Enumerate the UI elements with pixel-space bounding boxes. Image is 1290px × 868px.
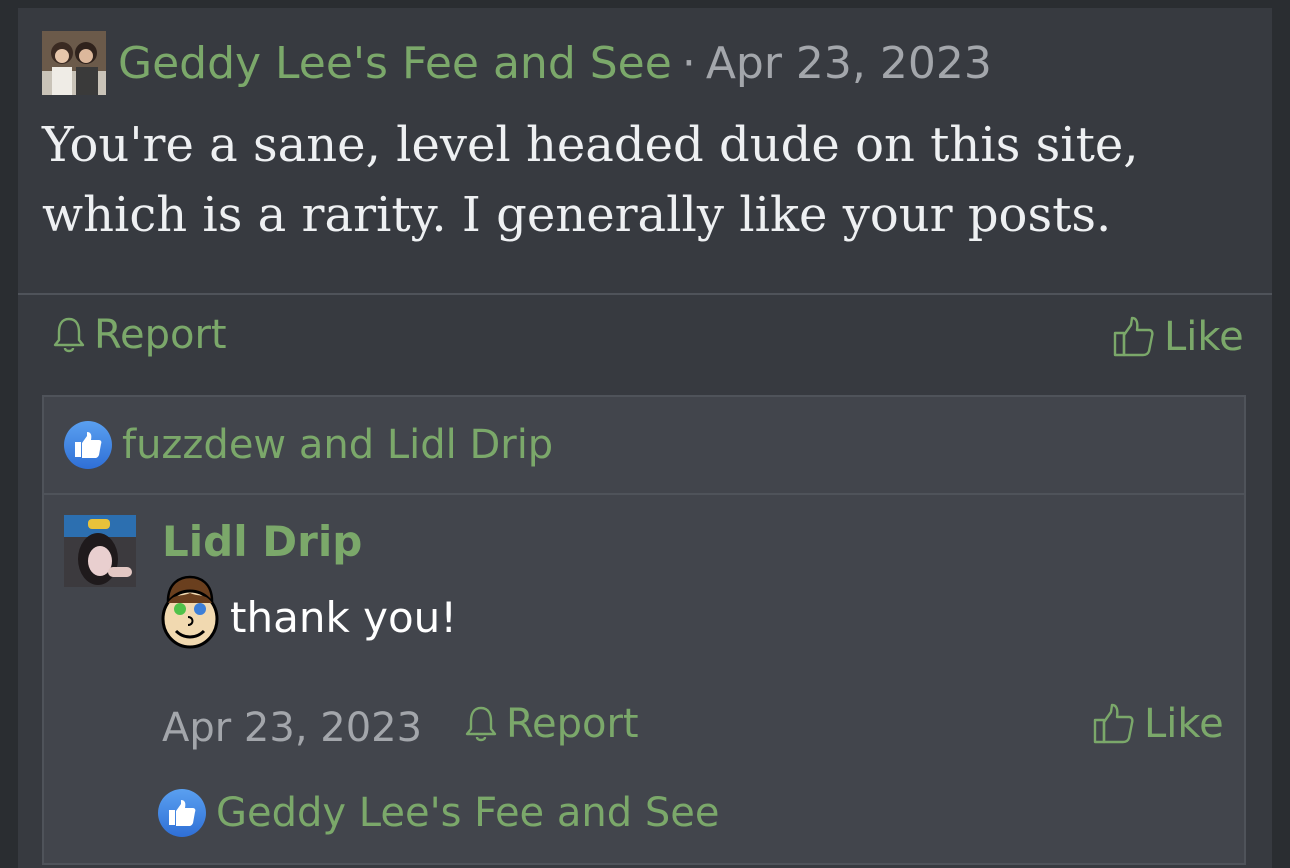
reply-like-label: Like: [1144, 701, 1224, 747]
author-avatar[interactable]: [42, 31, 106, 95]
thumbs-up-icon: [1092, 702, 1136, 746]
like-reaction-icon: [64, 421, 112, 469]
post-body: You're a sane, level headed dude on this…: [42, 117, 1139, 243]
reactions-bar[interactable]: fuzzdew and Lidl Drip: [44, 397, 1244, 495]
bell-icon: [464, 704, 498, 744]
reply-reactions-bar[interactable]: Geddy Lee's Fee and See: [158, 789, 719, 837]
reply-report-button[interactable]: Report: [464, 701, 639, 747]
reply-content: thank you!: [160, 573, 457, 661]
bell-icon: [52, 315, 86, 355]
post-date[interactable]: Apr 23, 2023: [706, 38, 992, 89]
reply-date[interactable]: Apr 23, 2023: [162, 705, 422, 751]
reply-text: thank you!: [230, 592, 458, 642]
post-meta: Geddy Lee's Fee and See · Apr 23, 2023: [42, 30, 992, 96]
meta-separator: ·: [681, 37, 696, 89]
reply-author-name[interactable]: Lidl Drip: [162, 517, 362, 566]
reply-meta: Apr 23, 2023 Report Like: [162, 697, 1224, 757]
reply-like-button[interactable]: Like: [1092, 701, 1224, 747]
post-author-link[interactable]: Geddy Lee's Fee and See: [118, 38, 672, 89]
reply-report-label: Report: [506, 701, 639, 747]
report-label: Report: [94, 312, 227, 358]
reactions-users[interactable]: fuzzdew and Lidl Drip: [122, 422, 553, 468]
reply-reactions-users[interactable]: Geddy Lee's Fee and See: [216, 790, 719, 836]
like-button[interactable]: Like: [1112, 314, 1244, 360]
thumbs-up-icon: [1112, 315, 1156, 359]
report-button[interactable]: Report: [52, 312, 227, 358]
reply-section: fuzzdew and Lidl Drip Lidl Drip thank yo: [42, 395, 1246, 865]
face-emoji-icon: [160, 573, 220, 661]
like-label: Like: [1164, 314, 1244, 360]
like-reaction-icon: [158, 789, 206, 837]
post-divider: [18, 293, 1272, 295]
reply-author-avatar[interactable]: [64, 515, 136, 587]
